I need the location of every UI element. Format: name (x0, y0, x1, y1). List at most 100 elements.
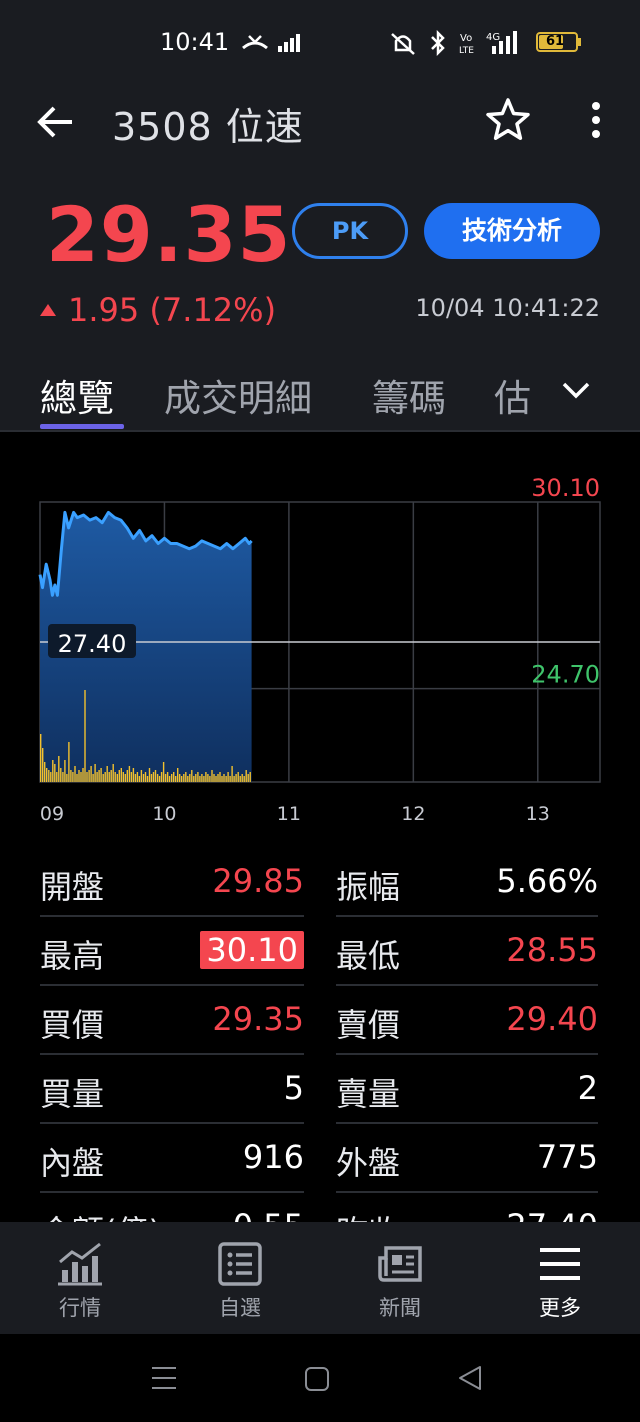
volume-bar (78, 770, 80, 782)
volume-bar (40, 734, 42, 782)
chevron-down-icon[interactable] (560, 378, 592, 402)
row-divider (40, 1122, 304, 1124)
volume-bar (243, 776, 245, 782)
volume-bar (205, 772, 207, 782)
volume-bar (221, 776, 223, 782)
tab-overview[interactable]: 總覽 (40, 368, 114, 422)
status-time: 10:41 (160, 28, 230, 56)
volume-bar (60, 768, 62, 782)
volume-bar (68, 742, 70, 782)
nav-market[interactable]: 行情 (0, 1222, 160, 1334)
left-stat-value: 5 (283, 1069, 304, 1107)
left-stat-label: 內盤 (40, 1144, 105, 1182)
pk-button[interactable]: PK (292, 203, 408, 259)
volume-bar (199, 776, 201, 782)
volume-bar (104, 772, 106, 782)
volume-bar (171, 774, 173, 782)
missed-call-icon (242, 35, 268, 50)
row-divider (40, 984, 304, 986)
nav-news[interactable]: 新聞 (320, 1222, 480, 1334)
volume-bar (197, 772, 199, 782)
volume-bar (152, 772, 155, 782)
volume-bar (80, 772, 82, 782)
right-stat-value: 2 (577, 1069, 598, 1107)
intraday-chart[interactable]: 27.40 30.10 24.70 09 10 11 12 13 (0, 460, 640, 840)
row-divider (40, 1191, 304, 1193)
reference-label: 27.40 (58, 630, 127, 658)
volume-bar (247, 774, 249, 782)
volume-bar (249, 772, 251, 782)
left-stat-value: 30.10 (200, 931, 304, 969)
volume-bar (227, 772, 229, 782)
x-tick-label: 11 (277, 803, 301, 825)
row-divider (40, 915, 304, 917)
volume-bar (179, 774, 181, 782)
menu-icon (540, 1248, 580, 1280)
volume-bar (86, 772, 88, 782)
volume-bar (128, 766, 131, 782)
volume-bar (44, 762, 46, 782)
system-nav-bar (0, 1334, 640, 1422)
svg-text:Vo: Vo (460, 33, 472, 44)
right-stat-label: 最低 (336, 937, 401, 975)
volume-bar (162, 762, 165, 782)
volume-bar (116, 774, 118, 782)
left-stat-label: 最高 (40, 937, 105, 975)
volume-bar (215, 776, 217, 782)
volume-bar (52, 760, 54, 782)
volume-bar (183, 774, 185, 782)
up-triangle-icon (40, 304, 56, 316)
volume-bar (189, 774, 191, 782)
change-value: 1.95 (7.12%) (68, 291, 277, 329)
volume-bar (118, 770, 120, 782)
high-label: 30.10 (531, 474, 600, 502)
left-stat-label: 金額(億) (40, 1207, 161, 1222)
row-divider (40, 1053, 304, 1055)
volume-bar (217, 774, 219, 782)
volume-bar (76, 774, 78, 782)
left-stat-value: 29.85 (212, 862, 304, 900)
active-tab-indicator (40, 424, 124, 429)
left-stat-value: 29.35 (212, 1000, 304, 1038)
back-icon[interactable] (456, 1364, 484, 1392)
volume-bar (126, 770, 128, 782)
tab-trade-details[interactable]: 成交明細 (164, 368, 312, 422)
volume-bar (239, 776, 241, 782)
nav-news-label: 新聞 (379, 1296, 421, 1320)
4g-signal-icon: 4G (486, 31, 517, 54)
more-vert-icon[interactable] (586, 100, 606, 140)
nav-more[interactable]: 更多 (480, 1222, 640, 1334)
nav-watchlist[interactable]: 自選 (160, 1222, 320, 1334)
newspaper-icon (378, 1246, 422, 1282)
volume-bar (140, 770, 143, 782)
volume-bar (164, 774, 167, 782)
volume-bar (219, 772, 221, 782)
tab-chips[interactable]: 籌碼 (372, 368, 446, 422)
volume-bar (225, 776, 227, 782)
recent-apps-icon[interactable] (150, 1364, 178, 1392)
volume-bar (58, 756, 60, 782)
volume-bar (245, 770, 247, 782)
x-tick-label: 13 (526, 803, 550, 825)
volume-bar (150, 774, 153, 782)
volume-bar (213, 774, 215, 782)
row-divider (336, 1053, 598, 1055)
bottom-nav: 行情 自選 新聞 更多 (0, 1222, 640, 1334)
right-stat-value: 27.40 (506, 1207, 598, 1222)
volume-bar (42, 748, 44, 782)
tab-valuation[interactable]: 估 (494, 368, 531, 422)
list-icon (218, 1242, 262, 1286)
star-icon[interactable] (484, 96, 532, 144)
top-panel: 10:41 Vo LTE 4G 61 3508 位速 29.35 PK 技術分析… (0, 0, 640, 432)
status-bar: 10:41 Vo LTE 4G 61 (0, 0, 640, 86)
back-arrow-icon[interactable] (34, 100, 78, 144)
volume-bar (185, 772, 187, 782)
volume-bar (106, 766, 108, 782)
volume-bar (237, 772, 239, 782)
volume-bar (229, 776, 231, 782)
volume-bar (136, 772, 139, 782)
home-icon[interactable] (304, 1366, 330, 1392)
technical-analysis-button[interactable]: 技術分析 (424, 203, 600, 259)
right-stat-value: 5.66% (496, 862, 598, 900)
volume-bar (84, 690, 86, 782)
